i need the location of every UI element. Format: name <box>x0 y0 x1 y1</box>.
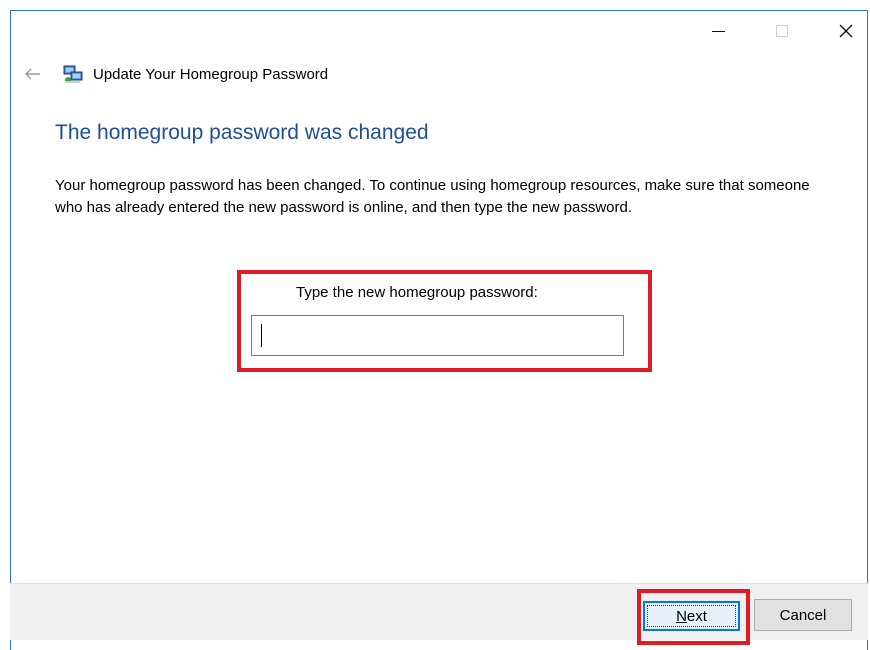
text-caret <box>261 324 262 347</box>
close-icon <box>839 24 853 38</box>
navigation-row: Update Your Homegroup Password <box>11 63 867 87</box>
window-title: Update Your Homegroup Password <box>93 66 329 83</box>
minimize-icon <box>711 30 725 32</box>
minimize-button[interactable] <box>695 11 741 51</box>
close-button[interactable] <box>823 11 869 51</box>
cancel-button[interactable]: Cancel <box>754 599 852 631</box>
description-text: Your homegroup password has been changed… <box>55 177 810 216</box>
password-label: Type the new homegroup password: <box>296 284 538 301</box>
back-arrow-icon <box>25 68 40 80</box>
maximize-icon <box>776 25 788 37</box>
homegroup-icon <box>63 65 83 83</box>
cancel-button-label: Cancel <box>779 606 827 624</box>
title-bar <box>11 11 867 55</box>
password-input[interactable] <box>251 315 624 356</box>
back-button[interactable] <box>23 63 43 85</box>
maximize-button[interactable] <box>759 11 805 51</box>
next-highlight-box <box>637 589 750 645</box>
page-heading: The homegroup password was changed <box>55 121 429 144</box>
